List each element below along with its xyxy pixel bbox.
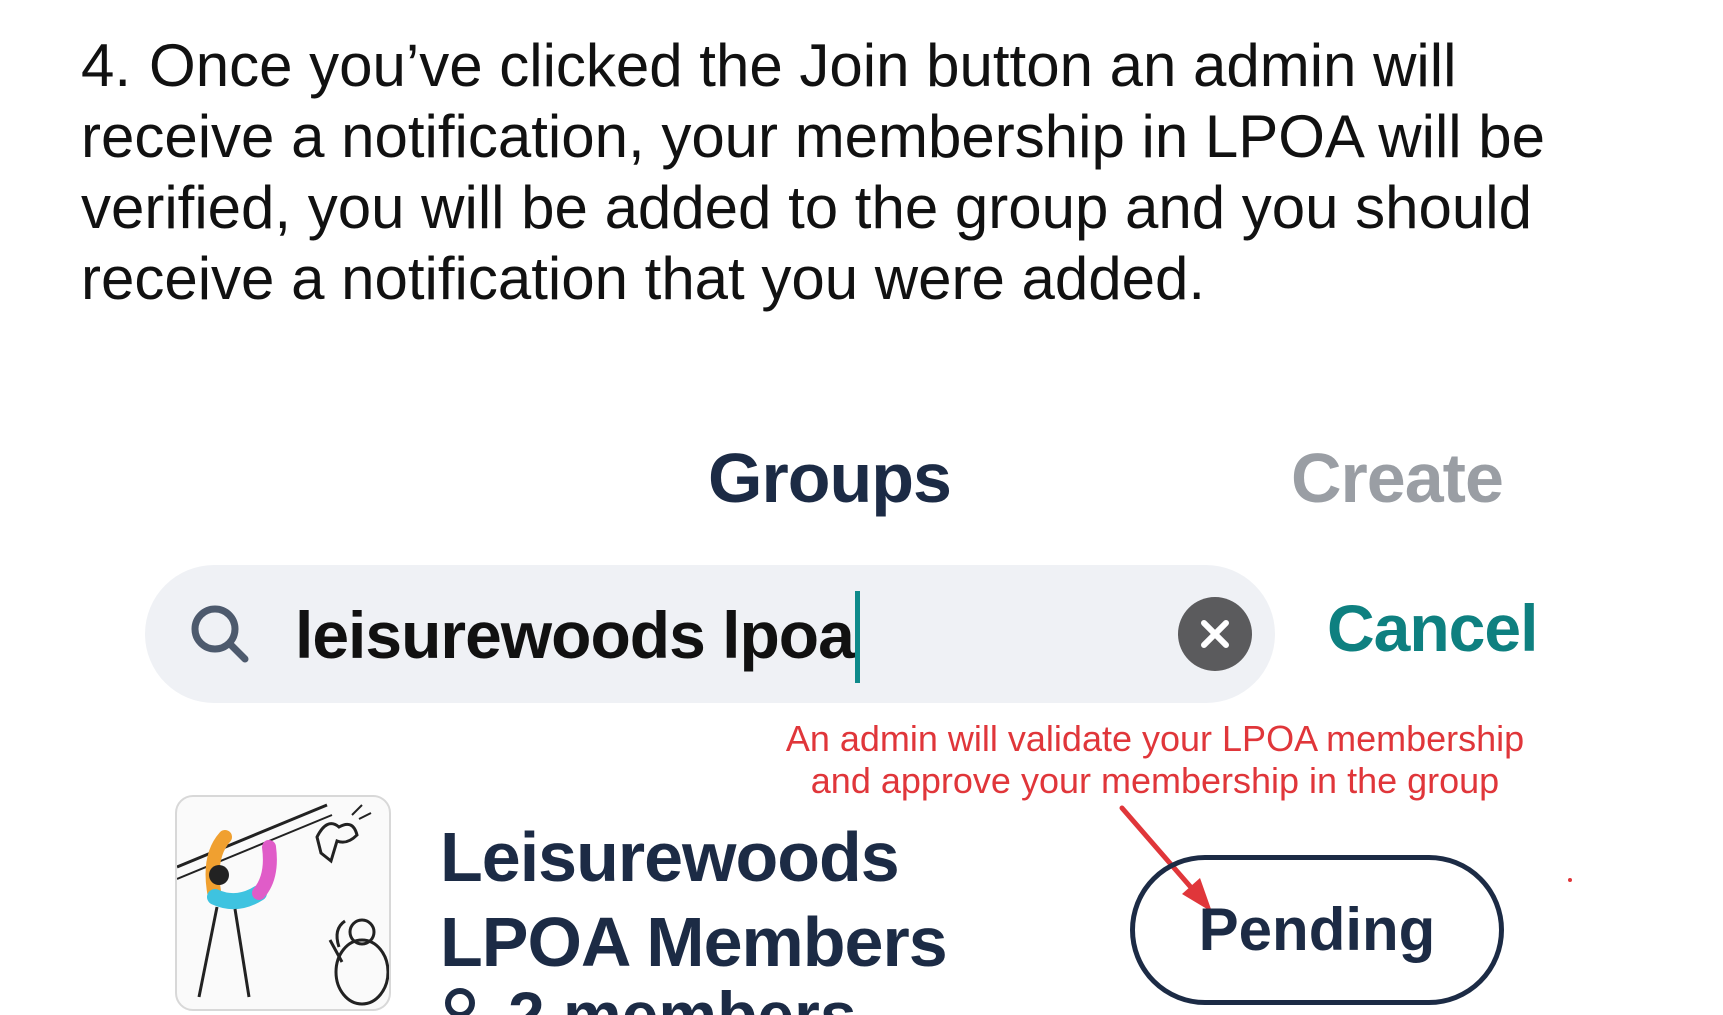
clear-search-button[interactable] — [1178, 597, 1252, 671]
cancel-button[interactable]: Cancel — [1327, 590, 1538, 666]
instruction-text: 4. Once you’ve clicked the Join button an… — [81, 30, 1641, 314]
group-name-line-1: Leisurewoods — [440, 818, 900, 896]
search-bar[interactable]: leisurewoods lpoa — [145, 565, 1275, 703]
page-title: Groups — [708, 439, 952, 517]
text-caret — [854, 590, 860, 683]
close-icon — [1201, 620, 1229, 648]
group-name[interactable]: Leisurewoods LPOA Members — [440, 815, 1060, 985]
member-count: 2 members — [440, 985, 857, 1015]
annotation-dot — [1568, 878, 1572, 882]
search-input-value: leisurewoods lpoa — [295, 598, 855, 672]
instruction-body: Once you’ve clicked the Join button an a… — [81, 32, 1546, 312]
group-illustration-icon — [177, 803, 389, 1006]
group-thumbnail — [175, 795, 391, 1011]
member-count-text: 2 members — [508, 985, 857, 1015]
search-input[interactable]: leisurewoods lpoa — [295, 590, 860, 683]
group-result-item[interactable]: Leisurewoods LPOA Members 2 members Pend… — [0, 775, 1723, 1015]
step-number: 4. — [81, 32, 132, 99]
person-icon — [445, 988, 475, 1015]
create-button[interactable]: Create — [1291, 438, 1504, 518]
search-icon — [191, 605, 249, 663]
pending-button[interactable]: Pending — [1130, 855, 1504, 1005]
annotation-line-1: An admin will validate your LPOA members… — [785, 718, 1525, 759]
groups-search-screen: Groups Create leisurewoods lpoa Cancel A… — [0, 420, 1723, 1015]
group-name-line-2: LPOA Members — [440, 903, 948, 981]
